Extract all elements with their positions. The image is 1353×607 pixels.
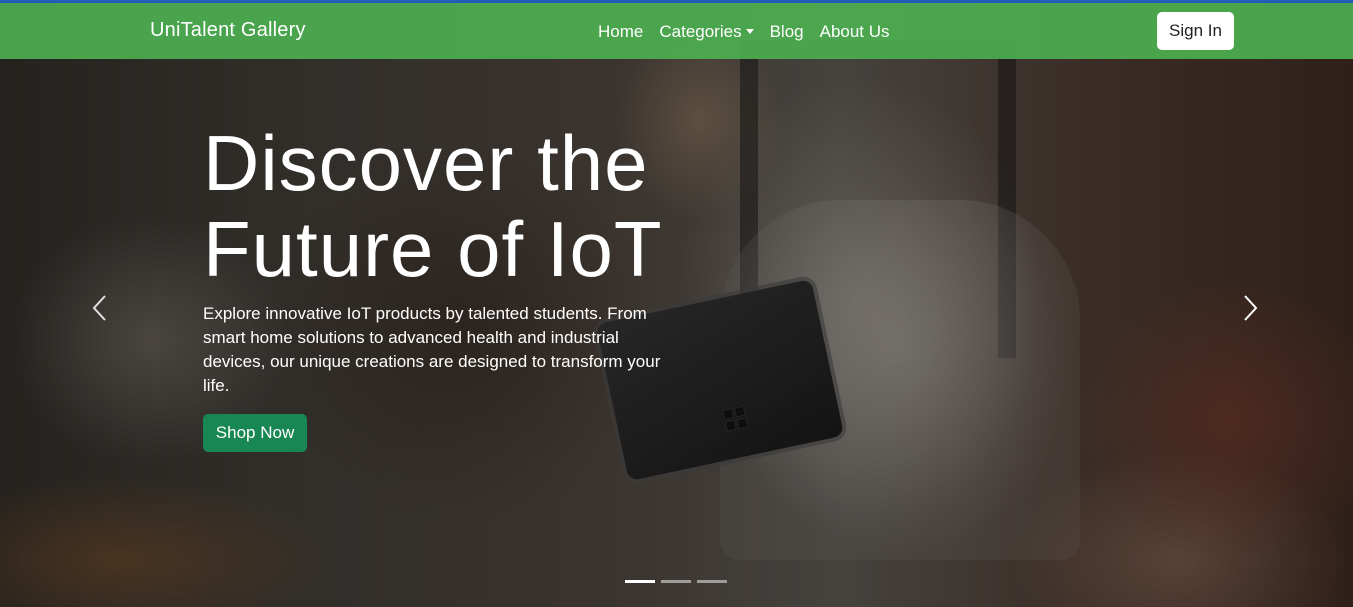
nav-link-categories[interactable]: Categories [651,22,761,42]
chevron-left-icon [92,295,106,321]
sign-in-button[interactable]: Sign In [1157,12,1234,50]
carousel-indicator-1[interactable] [625,580,655,583]
page: UniTalent Gallery Home Categories Blog A… [0,0,1353,607]
nav-link-categories-label: Categories [659,22,742,41]
nav-link-about-us-label: About Us [819,22,890,41]
navbar: UniTalent Gallery Home Categories Blog A… [0,0,1353,59]
nav-link-about-us[interactable]: About Us [812,22,898,42]
nav-link-blog[interactable]: Blog [762,22,812,42]
shop-now-button[interactable]: Shop Now [203,414,307,452]
hero-description: Explore innovative IoT products by talen… [203,304,661,395]
carousel-indicator-3[interactable] [697,580,727,583]
hero-headline: Discover the Future of IoT [203,119,663,293]
nav-menu: Home Categories Blog About Us [590,22,898,42]
chevron-right-icon [1244,295,1258,321]
nav-link-blog-label: Blog [769,22,804,41]
dropdown-caret-icon [745,29,754,34]
carousel-indicator-2[interactable] [661,580,691,583]
carousel-prev-button[interactable] [80,288,120,328]
nav-link-home[interactable]: Home [590,22,651,42]
carousel-next-button[interactable] [1230,288,1270,328]
carousel-indicators [625,580,727,583]
brand-logo[interactable]: UniTalent Gallery [150,19,306,42]
nav-link-home-label: Home [598,22,644,41]
